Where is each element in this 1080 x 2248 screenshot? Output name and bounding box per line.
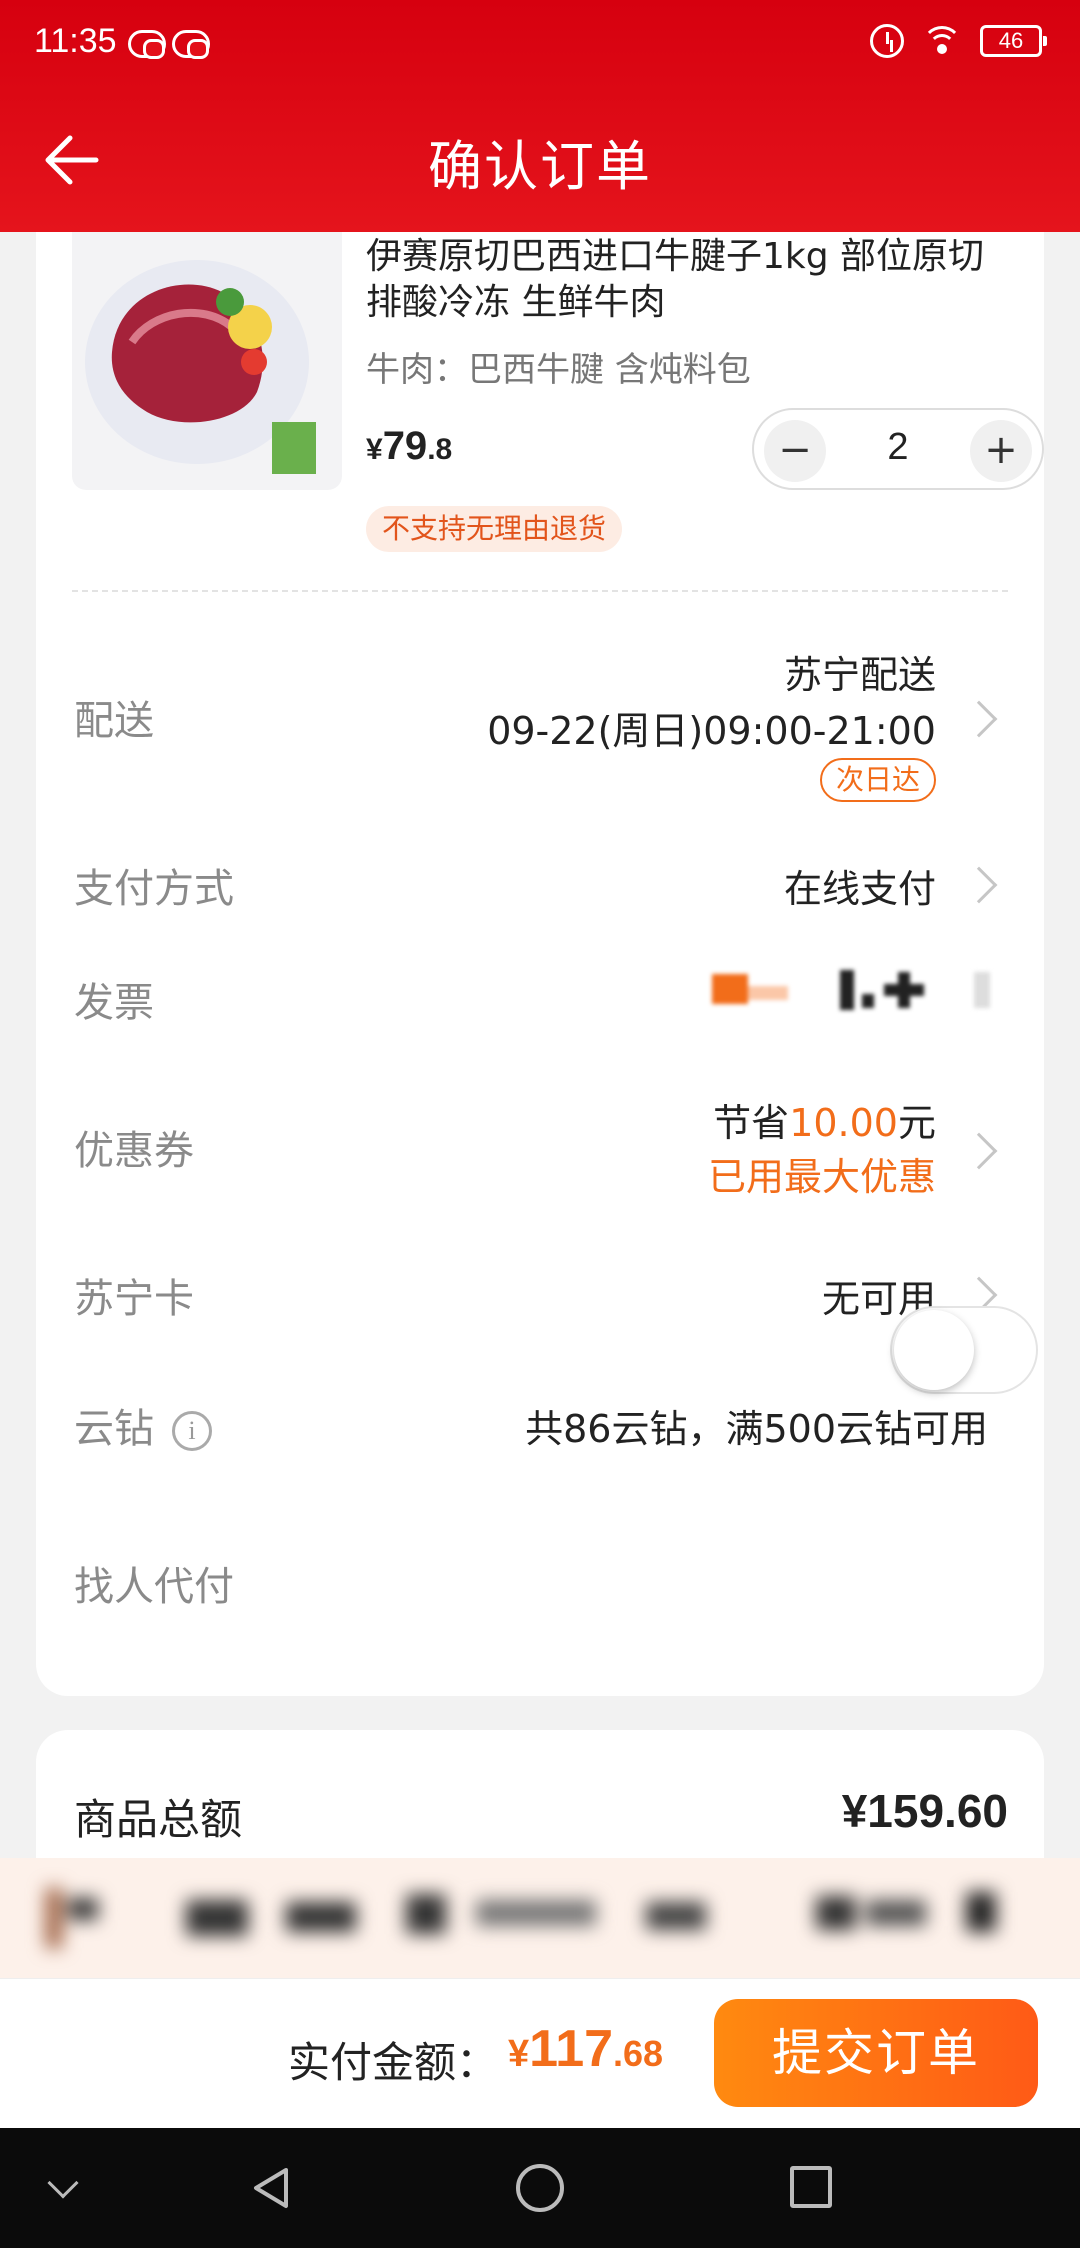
pay-for-me-toggle[interactable] [890,1306,1038,1394]
delivery-time: 09-22(周日)09:00-21:00 [487,709,936,753]
header: 11:35 46 确认订单 [0,0,1080,232]
suning-card-label: 苏宁卡 [74,1276,194,1322]
invoice-label: 发票 [74,980,154,1026]
blurred-notice [46,1888,996,1948]
product-image[interactable] [72,232,342,490]
system-nav-bar [0,2128,1080,2248]
actual-payment-amount: ¥117.68 [508,2020,664,2078]
nav-back-icon[interactable] [248,2164,296,2212]
chevron-right-icon [960,1132,998,1170]
pay-for-me-label: 找人代付 [74,1564,234,1610]
goods-total-label: 商品总额 [74,1795,243,1844]
nav-recent-apps-icon[interactable] [790,2166,832,2208]
quantity-value[interactable]: 2 [840,426,956,469]
goods-total-value: ¥159.60 [841,1785,1008,1837]
battery-icon: 46 [980,25,1047,57]
wifi-icon [922,26,962,56]
next-day-badge: 次日达 [819,758,936,802]
payment-value: 在线支付 [783,867,936,911]
decrease-button[interactable]: − [764,420,826,482]
page-title: 确认订单 [428,135,652,198]
alarm-icon [870,24,904,58]
chevron-right-icon [960,700,998,738]
product-price: ¥79.8 [366,424,453,468]
increase-button[interactable]: + [970,420,1032,482]
divider [72,590,1008,592]
submit-order-button[interactable]: 提交订单 [714,1999,1038,2107]
status-right: 46 [870,24,1047,58]
product-name[interactable]: 伊赛原切巴西进口牛腱子1kg 部位原切 排酸冷冻 生鲜牛肉 [366,234,1026,326]
return-policy-tag: 不支持无理由退货 [366,506,623,552]
wechat-icon [128,30,166,59]
coupon-label: 优惠券 [74,1128,194,1174]
chevron-down-icon[interactable] [47,2167,79,2199]
wechat-icon [172,30,210,59]
checkout-bar: 实付金额： ¥117.68 提交订单 [0,1978,1080,2128]
status-bar: 11:35 46 [0,0,1080,90]
notice-bar [0,1858,1080,1978]
chevron-right-icon [960,866,998,904]
cloud-diamond-label: 云钻 i [74,1396,212,1454]
redacted-invoice-value [712,970,990,1010]
coupon-note: 已用最大优惠 [707,1155,936,1199]
info-icon[interactable]: i [172,1411,212,1451]
nav-home-icon[interactable] [516,2164,564,2212]
payment-label: 支付方式 [74,866,234,912]
coupon-savings: 节省10.00元 [713,1101,936,1145]
product-spec: 牛肉：巴西牛腱 含炖料包 [366,350,751,390]
delivery-label: 配送 [74,698,154,744]
notification-icons [128,30,210,59]
actual-payment-label: 实付金额： [288,2038,499,2087]
status-time: 11:35 [34,22,117,60]
delivery-carrier: 苏宁配送 [783,653,936,697]
toggle-knob [894,1310,974,1390]
quantity-stepper: − 2 + [752,408,1044,490]
cloud-diamond-value: 共86云钻，满500云钻可用 [525,1407,988,1451]
